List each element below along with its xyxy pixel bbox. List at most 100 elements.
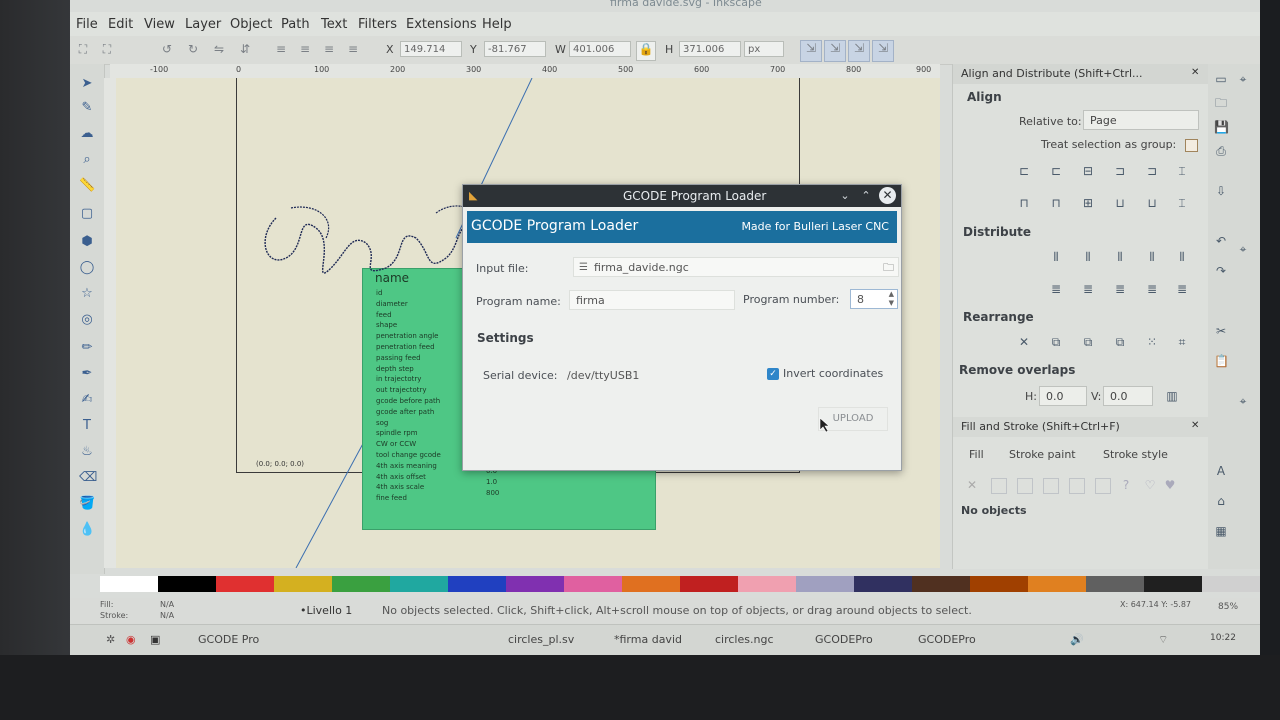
menu-extensions[interactable]: Extensions	[406, 17, 477, 32]
text-tool-icon[interactable]: T	[79, 418, 95, 434]
swatch-light-gray[interactable]	[1202, 576, 1260, 592]
panel-close-icon[interactable]: ✕	[1191, 67, 1199, 78]
flip-vertical-icon[interactable]: ⇵	[238, 42, 252, 56]
linear-gradient-icon[interactable]	[1017, 478, 1033, 494]
swatch-black[interactable]	[158, 576, 216, 592]
clock[interactable]: 10:22	[1210, 633, 1236, 643]
layer-selector[interactable]: •Livello 1	[300, 604, 352, 617]
flip-horizontal-icon[interactable]: ⇋	[212, 42, 226, 56]
paste-icon[interactable]: 📋	[1214, 354, 1229, 368]
print-icon[interactable]: ⎙	[1214, 144, 1228, 158]
task-gcode-2[interactable]: GCODEPro	[815, 633, 873, 646]
fill-panel-close-icon[interactable]: ✕	[1191, 420, 1199, 431]
tweak-tool-icon[interactable]: ☁	[79, 126, 95, 142]
fill-stroke-titlebar[interactable]: Fill and Stroke (Shift+Ctrl+F) ✕	[953, 417, 1209, 437]
move-gradients-icon[interactable]: ⇲	[848, 40, 870, 62]
menu-filters[interactable]: Filters	[358, 17, 397, 32]
menu-object[interactable]: Object	[230, 17, 272, 32]
pen-tool-icon[interactable]: ✒	[79, 366, 95, 382]
exchange-z-icon[interactable]: ⧉	[1081, 335, 1095, 349]
swatch-pink[interactable]	[564, 576, 622, 592]
treat-group-checkbox[interactable]	[1185, 139, 1198, 152]
distribute-top-icon[interactable]: ≣	[1049, 282, 1063, 296]
3dbox-tool-icon[interactable]: ⬢	[79, 234, 95, 250]
spin-arrows-icon[interactable]: ▲ ▼	[889, 290, 894, 308]
swatch-light-pink[interactable]	[738, 576, 796, 592]
align-bottom-icon[interactable]: ⊔	[1113, 196, 1127, 210]
swatch-red[interactable]	[216, 576, 274, 592]
align-top-icon[interactable]: ⊓	[1049, 196, 1063, 210]
distribute-vtext-icon[interactable]: ≣	[1175, 282, 1189, 296]
evenodd-icon[interactable]: ♡	[1143, 478, 1157, 492]
invert-coordinates-label[interactable]: Invert coordinates	[783, 367, 883, 380]
graph-layout-icon[interactable]: ✕	[1017, 335, 1031, 349]
w-field[interactable]: 401.006	[569, 41, 631, 57]
distribute-gaps-icon[interactable]: ⫴	[1145, 250, 1159, 264]
open-icon[interactable]: 🗀	[1214, 96, 1228, 110]
relative-to-select[interactable]: Page	[1083, 110, 1199, 130]
dialog-titlebar[interactable]: ◣ GCODE Program Loader ⌄ ⌃ ✕	[463, 185, 901, 207]
menu-edit[interactable]: Edit	[108, 17, 133, 32]
calligraphy-tool-icon[interactable]: ✍	[79, 392, 95, 408]
align-center-h-icon[interactable]: ⊞	[1081, 196, 1095, 210]
distribute-middle-icon[interactable]: ≣	[1081, 282, 1095, 296]
scale-corners-icon[interactable]: ⇲	[824, 40, 846, 62]
save-icon[interactable]: 💾	[1214, 120, 1229, 134]
swatch-orange[interactable]	[622, 576, 680, 592]
remove-overlaps-icon[interactable]: ▥	[1165, 389, 1179, 403]
exchange-position-icon[interactable]: ⧉	[1049, 335, 1063, 349]
cut-icon[interactable]: ✂	[1214, 324, 1228, 338]
task-firma[interactable]: *firma david	[614, 633, 682, 646]
program-name-field[interactable]: firma	[569, 290, 735, 310]
nonzero-icon[interactable]: ♥	[1163, 478, 1177, 492]
radial-gradient-icon[interactable]	[1043, 478, 1059, 494]
menu-view[interactable]: View	[144, 17, 175, 32]
unset-paint-icon[interactable]: ?	[1119, 478, 1133, 492]
menu-file[interactable]: File	[76, 17, 98, 32]
exchange-clockwise-icon[interactable]: ⧉	[1113, 335, 1127, 349]
spray-tool-icon[interactable]: ♨	[79, 444, 95, 460]
align-right-anchor-icon[interactable]: ⊏	[1017, 164, 1031, 178]
snap-guide-icon[interactable]: ⌖	[1236, 394, 1250, 408]
align-baseline-icon[interactable]: ⌶	[1175, 164, 1189, 178]
serial-device-value[interactable]: /dev/ttyUSB1	[567, 369, 639, 382]
menu-help[interactable]: Help	[482, 17, 512, 32]
measure-tool-icon[interactable]: 📏	[79, 178, 95, 194]
align-bottom-anchor-icon[interactable]: ⊓	[1017, 196, 1031, 210]
xml-editor-icon[interactable]: ⌂	[1214, 494, 1228, 508]
close-icon[interactable]: ✕	[879, 187, 896, 204]
undo-icon[interactable]: ↶	[1214, 234, 1228, 248]
volume-icon[interactable]: 🔊	[1070, 633, 1084, 646]
align-center-v-icon[interactable]: ⊟	[1081, 164, 1095, 178]
redo-icon[interactable]: ↷	[1214, 264, 1228, 278]
tab-stroke-style[interactable]: Stroke style	[1103, 448, 1168, 461]
grid-icon[interactable]: ▦	[1214, 524, 1228, 538]
swatch-rust[interactable]	[970, 576, 1028, 592]
task-circles-ngc[interactable]: circles.ngc	[715, 633, 774, 646]
swatch-purple[interactable]	[506, 576, 564, 592]
selector-tool-icon[interactable]: ➤	[79, 76, 95, 92]
browser-icon[interactable]: ◉	[126, 633, 136, 646]
swatch-amber[interactable]	[1028, 576, 1086, 592]
rotate-cw-icon[interactable]: ↻	[186, 42, 200, 56]
launcher-icon[interactable]: ✲	[106, 633, 115, 646]
invert-coordinates-checkbox[interactable]: ✓	[767, 368, 779, 380]
dropper-tool-icon[interactable]: 💧	[79, 522, 95, 538]
flat-color-icon[interactable]	[991, 478, 1007, 494]
lock-ratio-icon[interactable]: 🔒	[636, 41, 656, 61]
x-field[interactable]: 149.714	[400, 41, 462, 57]
task-gcode-1[interactable]: GCODE Pro	[198, 633, 259, 646]
swatch-white[interactable]	[100, 576, 158, 592]
swatch-dark-red[interactable]	[680, 576, 738, 592]
menu-text[interactable]: Text	[321, 17, 347, 32]
unclump-icon[interactable]: ⌗	[1175, 335, 1189, 349]
align-top-anchor-icon[interactable]: ⊔	[1145, 196, 1159, 210]
distribute-vgaps-icon[interactable]: ≣	[1145, 282, 1159, 296]
color-palette[interactable]	[100, 576, 1260, 592]
swatch-brown[interactable]	[912, 576, 970, 592]
eraser-tool-icon[interactable]: ⌫	[79, 470, 97, 486]
bucket-tool-icon[interactable]: 🪣	[79, 496, 95, 512]
folder-icon[interactable]: 🗀	[883, 258, 894, 278]
node-tool-icon[interactable]: ✎	[79, 100, 95, 116]
swatch-lavender[interactable]	[796, 576, 854, 592]
